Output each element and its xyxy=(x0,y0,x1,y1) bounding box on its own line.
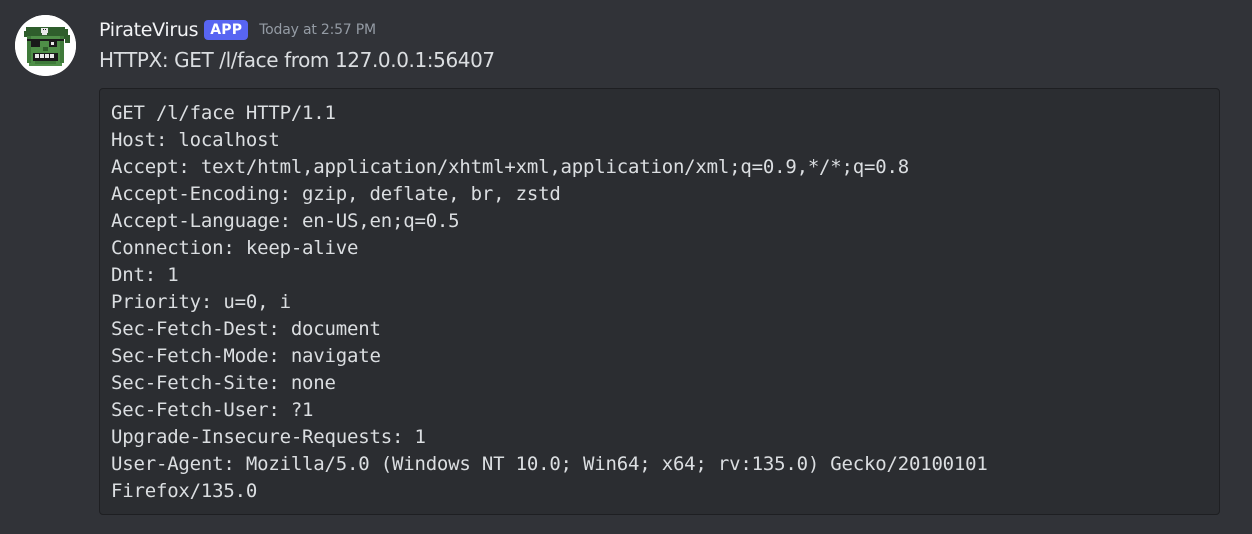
code-line: Sec-Fetch-Site: none xyxy=(111,372,336,394)
avatar[interactable] xyxy=(15,15,76,76)
pirate-skull-icon xyxy=(15,15,76,76)
code-line: Sec-Fetch-User: ?1 xyxy=(111,399,314,421)
code-line: Dnt: 1 xyxy=(111,264,179,286)
app-badge: APP xyxy=(204,20,249,40)
message-header: PirateVirus APP Today at 2:57 PM xyxy=(99,17,376,43)
code-line: Accept-Language: en-US,en;q=0.5 xyxy=(111,210,460,232)
code-line: Accept: text/html,application/xhtml+xml,… xyxy=(111,156,909,178)
username[interactable]: PirateVirus xyxy=(99,19,199,41)
code-line: User-Agent: Mozilla/5.0 (Windows NT 10.0… xyxy=(111,453,988,475)
code-line: Upgrade-Insecure-Requests: 1 xyxy=(111,426,426,448)
code-line: Connection: keep-alive xyxy=(111,237,359,259)
code-line: Priority: u=0, i xyxy=(111,291,291,313)
code-line: Sec-Fetch-Dest: document xyxy=(111,318,381,340)
code-line: Sec-Fetch-Mode: navigate xyxy=(111,345,381,367)
code-line: GET /l/face HTTP/1.1 xyxy=(111,102,336,124)
code-block: GET /l/face HTTP/1.1 Host: localhost Acc… xyxy=(99,88,1220,515)
code-line: Accept-Encoding: gzip, deflate, br, zstd xyxy=(111,183,561,205)
code-line: Firefox/135.0 xyxy=(111,480,258,502)
message-text: HTTPX: GET /l/face from 127.0.0.1:56407 xyxy=(99,48,495,72)
timestamp[interactable]: Today at 2:57 PM xyxy=(259,22,376,38)
code-line: Host: localhost xyxy=(111,129,280,151)
chat-message: PirateVirus APP Today at 2:57 PM HTTPX: … xyxy=(0,0,1252,534)
